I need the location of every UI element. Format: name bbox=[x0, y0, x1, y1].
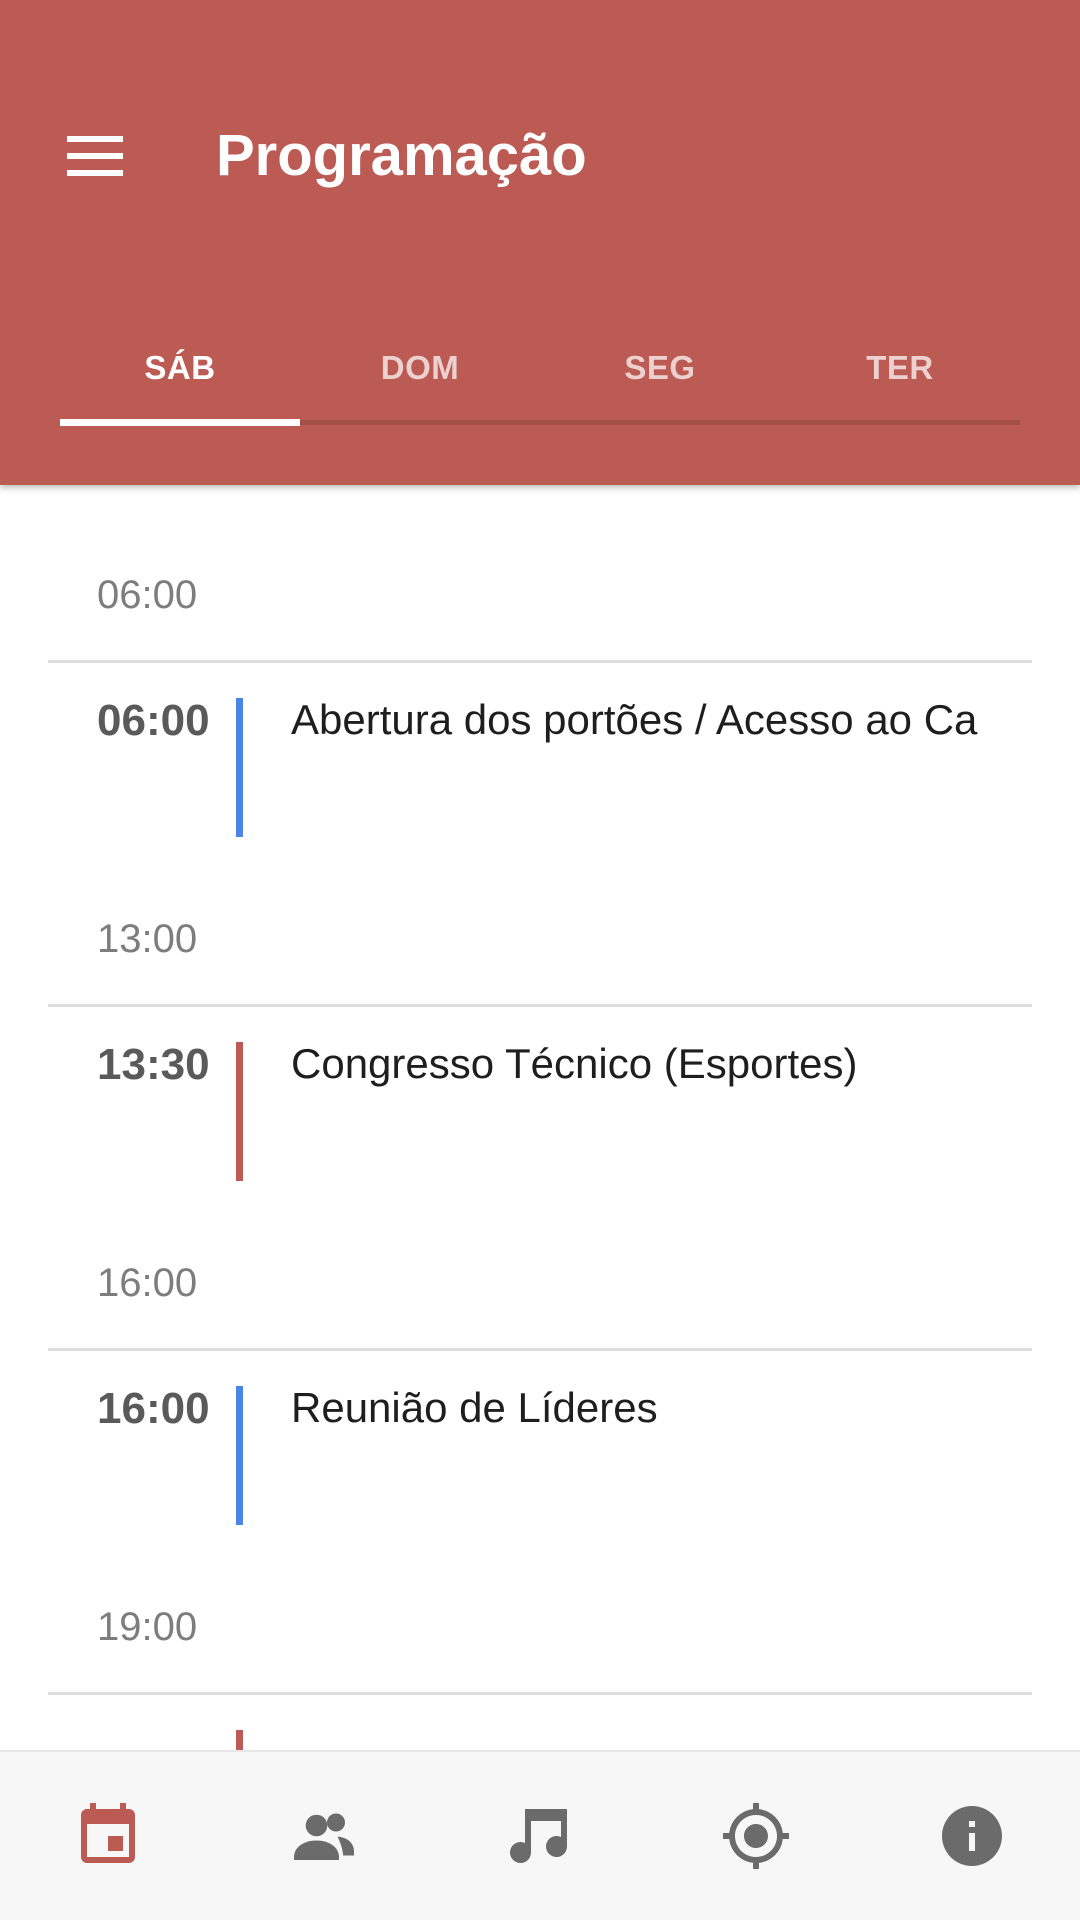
location-target-icon bbox=[723, 1803, 789, 1869]
list-item[interactable] bbox=[0, 1695, 1080, 1750]
app-bar: Programação SÁB DOM SEG TER bbox=[0, 0, 1080, 485]
event-title: Abertura dos portões / Acesso ao Ca bbox=[291, 696, 978, 743]
nav-calendar[interactable] bbox=[0, 1752, 216, 1920]
nav-music[interactable] bbox=[432, 1752, 648, 1920]
page-title: Programação bbox=[216, 123, 587, 188]
tab-seg[interactable]: SEG bbox=[540, 310, 780, 426]
group-header: 06:00 bbox=[0, 485, 1080, 663]
tab-ter[interactable]: TER bbox=[780, 310, 1020, 426]
nav-people[interactable] bbox=[216, 1752, 432, 1920]
tab-sab[interactable]: SÁB bbox=[60, 310, 300, 426]
list-item[interactable]: 06:00 Abertura dos portões / Acesso ao C… bbox=[0, 663, 1080, 837]
info-icon bbox=[942, 1806, 1002, 1866]
tab-dom[interactable]: DOM bbox=[300, 310, 540, 426]
event-time: 06:00 bbox=[97, 696, 210, 745]
event-color-bar bbox=[236, 698, 243, 837]
event-title: Congresso Técnico (Esportes) bbox=[291, 1040, 858, 1087]
group-hour: 06:00 bbox=[97, 573, 198, 617]
group-header: 19:00 bbox=[0, 1517, 1080, 1695]
event-color-bar bbox=[236, 1730, 243, 1750]
group-hour: 13:00 bbox=[97, 917, 198, 961]
schedule-list: 06:00 06:00 Abertura dos portões / Acess… bbox=[0, 485, 1080, 1750]
group-header: 16:00 bbox=[0, 1173, 1080, 1351]
people-icon bbox=[294, 1813, 354, 1860]
event-title: Reunião de Líderes bbox=[291, 1384, 658, 1431]
event-time: 16:00 bbox=[97, 1384, 210, 1433]
group-hour: 19:00 bbox=[97, 1605, 198, 1649]
nav-location[interactable] bbox=[648, 1752, 864, 1920]
list-item[interactable]: 13:30 Congresso Técnico (Esportes) bbox=[0, 1007, 1080, 1181]
list-item[interactable]: 16:00 Reunião de Líderes bbox=[0, 1351, 1080, 1525]
schedule-group: 16:00 16:00 Reunião de Líderes bbox=[0, 1173, 1080, 1525]
menu-icon[interactable] bbox=[52, 118, 138, 194]
bottom-navigation bbox=[0, 1750, 1080, 1920]
group-header: 13:00 bbox=[0, 829, 1080, 1007]
schedule-group: 13:00 13:30 Congresso Técnico (Esportes) bbox=[0, 829, 1080, 1181]
schedule-group: 19:00 bbox=[0, 1517, 1080, 1750]
day-tabs: SÁB DOM SEG TER bbox=[60, 310, 1020, 426]
event-color-bar bbox=[236, 1042, 243, 1181]
group-hour: 16:00 bbox=[97, 1261, 198, 1305]
nav-info[interactable] bbox=[864, 1752, 1080, 1920]
music-note-icon bbox=[510, 1809, 567, 1864]
event-time: 13:30 bbox=[97, 1040, 210, 1089]
schedule-group: 06:00 06:00 Abertura dos portões / Acess… bbox=[0, 485, 1080, 837]
event-color-bar bbox=[236, 1386, 243, 1525]
tab-indicator bbox=[60, 419, 300, 426]
calendar-icon bbox=[81, 1803, 135, 1863]
